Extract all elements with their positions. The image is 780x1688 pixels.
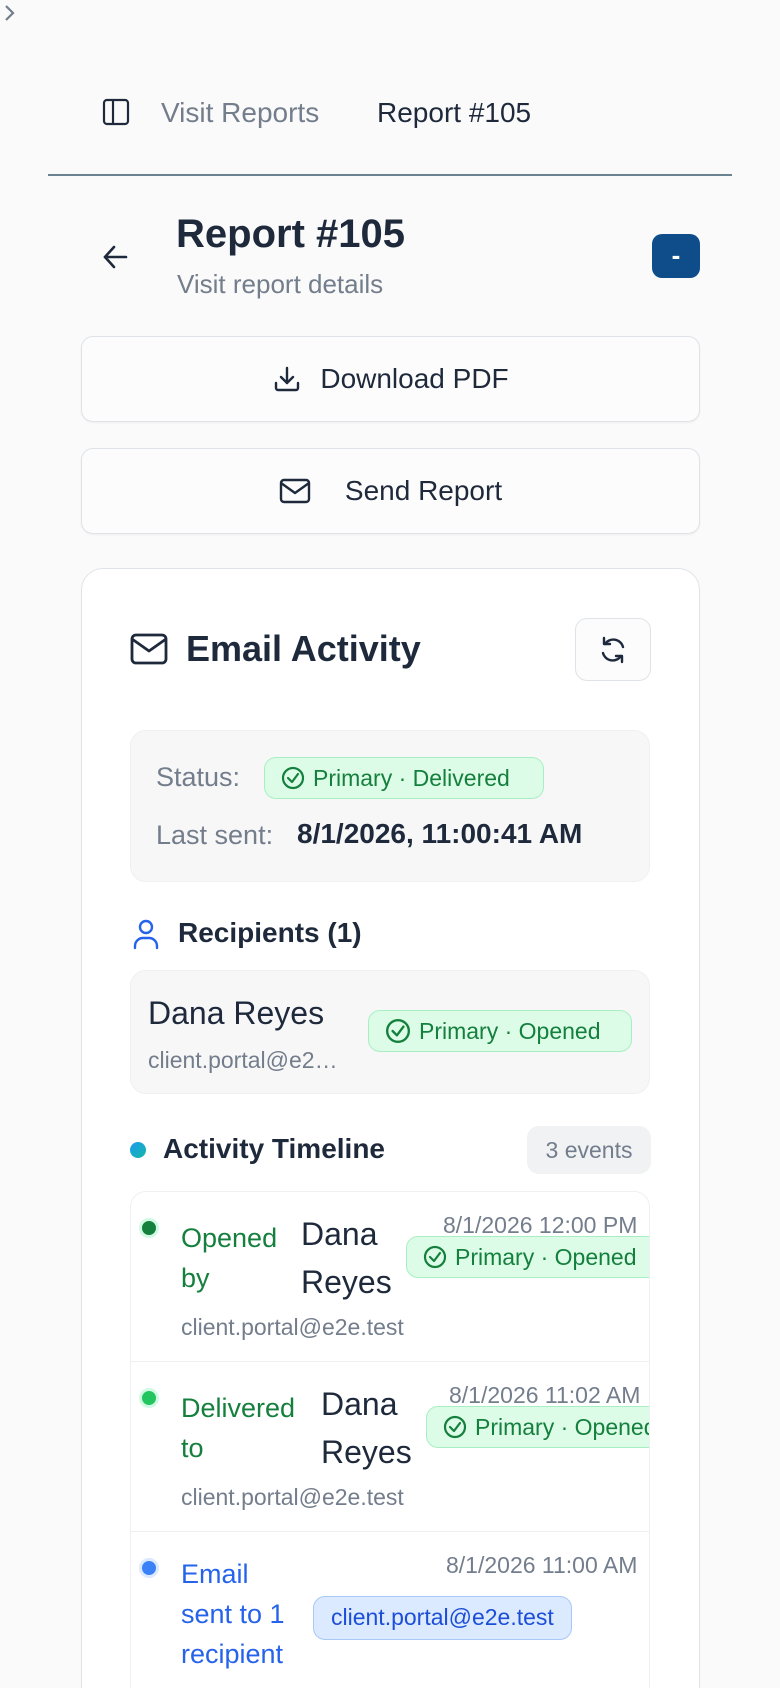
back-arrow-icon[interactable] — [100, 242, 132, 272]
breadcrumb-parent-link[interactable]: Visit Reports — [161, 96, 319, 130]
breadcrumb-current: Report #105 — [377, 97, 532, 128]
event-dot — [139, 1558, 159, 1578]
event-status-badge: Primary · Opened — [406, 1236, 649, 1278]
event-name-line: Reyes — [301, 1264, 392, 1300]
event-time: 8/1/2026 11:00 AM — [446, 1552, 638, 1578]
recipients-title: Recipients (1) — [178, 917, 362, 948]
event-name-line: Reyes — [321, 1434, 412, 1470]
delivery-status-badge: Primary · Delivered — [264, 757, 544, 799]
event-action-line: by — [181, 1263, 210, 1293]
check-circle-icon — [423, 1245, 447, 1269]
send-report-button[interactable]: Send Report — [81, 448, 700, 534]
chevron-right-icon — [5, 5, 15, 21]
event-time: 8/1/2026 12:00 PM — [443, 1212, 638, 1238]
check-circle-icon — [443, 1415, 467, 1439]
recipient-email: client.portal@e2e.test — [148, 1047, 348, 1073]
event-status-text: Primary · Opened — [455, 1243, 637, 1270]
check-circle-icon — [281, 766, 305, 790]
event-action-line: sent to 1 — [181, 1599, 285, 1629]
event-dot — [139, 1218, 159, 1238]
status-label: Status: — [156, 762, 241, 792]
activity-timeline-title: Activity Timeline — [163, 1133, 386, 1164]
event-email: client.portal@e2e.test — [181, 1314, 404, 1340]
event-name-line: Dana — [301, 1216, 378, 1252]
event-action-line: recipient — [181, 1639, 284, 1669]
recipient-status-badge: Primary · Opened — [368, 1010, 632, 1052]
refresh-icon — [601, 636, 625, 663]
event-person-name: Dana Reyes — [301, 1210, 392, 1306]
event-action: Email sent to 1 recipient — [181, 1554, 285, 1674]
recipient-status-text: Primary · Opened — [419, 1017, 601, 1044]
event-email: client.portal@e2e.test — [181, 1484, 404, 1510]
status-summary — [130, 730, 650, 882]
user-icon — [133, 919, 159, 950]
page-title: Report #105 — [176, 212, 405, 256]
delivery-status-text: Primary · Delivered — [313, 764, 510, 791]
event-status-badge: Primary · Opened — [426, 1406, 650, 1448]
event-action-line: Opened — [181, 1223, 278, 1253]
download-pdf-label: Download PDF — [320, 363, 509, 394]
status-badge: - — [652, 234, 700, 278]
refresh-button[interactable] — [575, 618, 651, 681]
sidebar-toggle-icon[interactable] — [102, 98, 130, 126]
last-sent-label: Last sent: — [156, 820, 274, 850]
timeline-event-delivered: Delivered to Dana Reyes 8/1/2026 11:02 A… — [131, 1362, 650, 1532]
recipient-email-chip: client.portal@e2e.test — [313, 1596, 572, 1640]
event-name-line: Dana — [321, 1386, 398, 1422]
timeline-event-sent: Email sent to 1 recipient 8/1/2026 11:00… — [131, 1532, 649, 1688]
send-report-label: Send Report — [344, 475, 503, 506]
download-pdf-button[interactable]: Download PDF — [81, 336, 700, 422]
event-status-text: Primary · Opened — [475, 1413, 650, 1440]
event-action-line: Email — [181, 1559, 249, 1589]
event-time: 8/1/2026 11:02 AM — [449, 1382, 641, 1408]
mail-icon — [279, 478, 311, 504]
mail-icon — [130, 633, 168, 665]
last-sent-value: 8/1/2026, 11:00:41 AM — [297, 818, 583, 849]
event-person-name: Dana Reyes — [321, 1380, 412, 1476]
page-subtitle: Visit report details — [177, 269, 384, 299]
download-icon — [275, 366, 300, 392]
event-action-line: Delivered — [181, 1393, 296, 1423]
report-page: Visit Reports Report #105 Report #105 Vi… — [0, 0, 780, 1688]
email-activity-title: Email Activity — [186, 628, 421, 669]
recipient-name: Dana Reyes — [148, 995, 325, 1031]
timeline-event-opened: Opened by Dana Reyes 8/1/2026 12:00 PM P… — [131, 1192, 649, 1362]
event-dot — [139, 1388, 159, 1408]
timeline-dot-icon — [130, 1142, 146, 1158]
event-action: Opened by — [181, 1218, 277, 1298]
event-count-badge: 3 events — [527, 1126, 651, 1174]
event-action: Delivered to — [181, 1388, 295, 1468]
check-circle-icon — [385, 1018, 411, 1044]
event-action-line: to — [181, 1433, 204, 1463]
timeline-list: Opened by Dana Reyes 8/1/2026 12:00 PM P… — [130, 1191, 650, 1688]
